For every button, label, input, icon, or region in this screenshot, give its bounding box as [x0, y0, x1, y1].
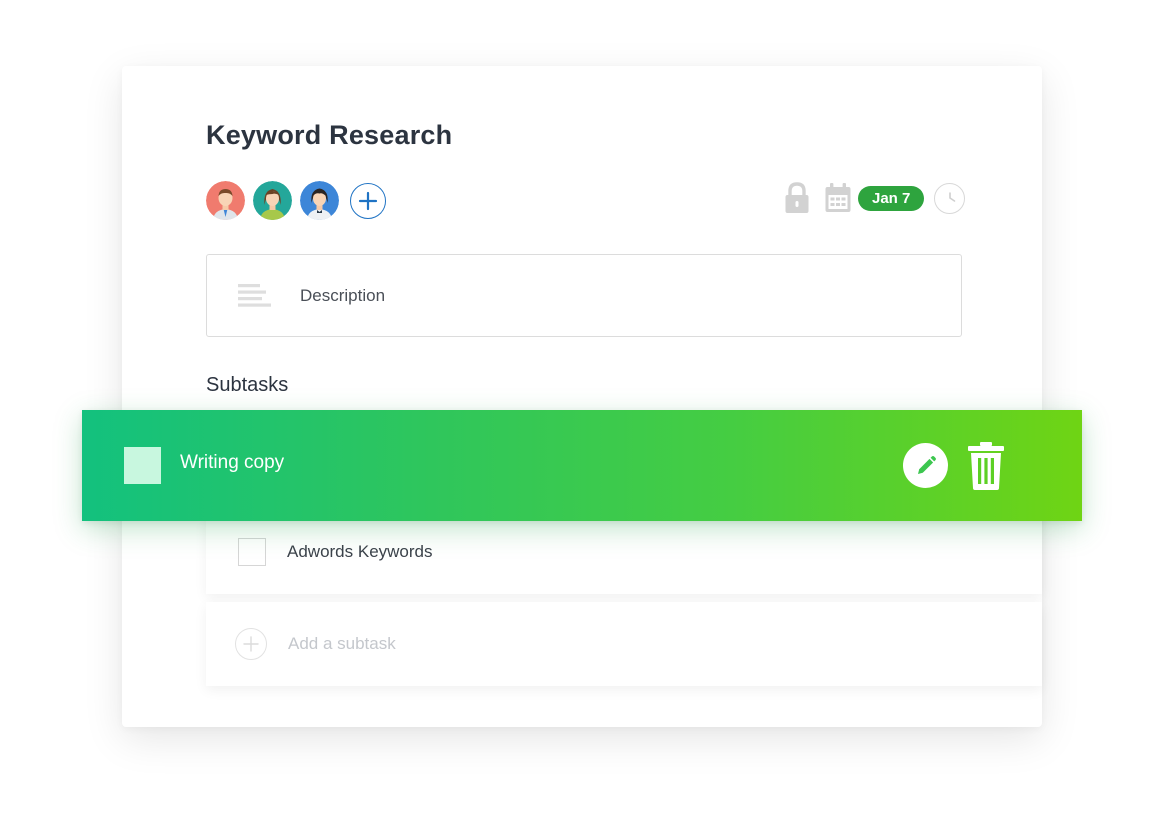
due-date-badge[interactable]: Jan 7 [858, 185, 925, 211]
task-title[interactable]: Keyword Research [206, 120, 452, 151]
clock-icon [949, 192, 956, 202]
add-subtask-label: Add a subtask [288, 634, 396, 653]
description-field[interactable]: Description [206, 254, 962, 337]
reminder-button[interactable] [934, 182, 966, 214]
add-subtask-button[interactable] [235, 628, 267, 660]
subtask-row-active[interactable]: Writing copy [82, 410, 1082, 521]
stage: Keyword Research Jan 7 Description Subta… [0, 0, 1162, 824]
subtask-label: Writing copy [180, 451, 285, 473]
add-member-button[interactable] [350, 182, 386, 219]
trash-icon[interactable] [968, 441, 1004, 490]
subtask-row[interactable]: Adwords Keywords [206, 510, 1042, 594]
pencil-icon [917, 455, 936, 474]
lock-icon[interactable] [784, 182, 810, 214]
member-avatar-3[interactable] [300, 181, 339, 220]
subtask-checkbox[interactable] [238, 538, 266, 566]
subtasks-heading: Subtasks [206, 374, 289, 396]
member-avatar-2[interactable] [253, 181, 292, 220]
plus-icon [243, 636, 259, 652]
add-subtask-row[interactable]: Add a subtask [206, 602, 1042, 686]
subtask-label: Adwords Keywords [287, 542, 433, 561]
members-list [206, 181, 386, 220]
description-placeholder: Description [300, 285, 386, 305]
lines-icon [238, 283, 271, 307]
task-toolbar: Jan 7 [784, 182, 966, 214]
plus-icon [358, 191, 378, 210]
edit-subtask-button[interactable] [903, 443, 948, 488]
calendar-icon[interactable] [824, 182, 852, 214]
member-avatar-1[interactable] [206, 181, 245, 220]
subtask-checkbox[interactable] [124, 447, 161, 484]
